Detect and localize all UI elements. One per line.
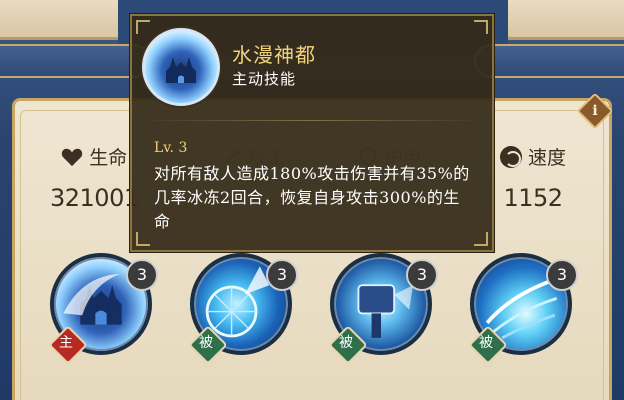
speed-icon bbox=[500, 145, 522, 168]
skill-level-badge: 3 bbox=[546, 259, 578, 291]
stat-speed-label: 速度 bbox=[528, 147, 567, 169]
skill-description: 对所有敌人造成180%攻击伤害并有35%的几率冰冻2回合，恢复自身攻击300%的… bbox=[154, 164, 470, 231]
skill-level-badge: 3 bbox=[406, 259, 438, 291]
stat-speed-value: 1152 bbox=[503, 184, 563, 212]
tooltip-corner-ornament bbox=[474, 20, 488, 34]
active-skill-badge: 主 bbox=[52, 329, 80, 357]
tooltip-corner-ornament bbox=[136, 232, 150, 246]
passive-skill-badge: 被 bbox=[332, 329, 360, 357]
skill-slot-1[interactable]: 3 主 bbox=[50, 253, 158, 357]
stat-hp: 生命 321001 bbox=[50, 143, 139, 212]
skill-level: Lv. 3 bbox=[154, 140, 188, 156]
skill-tooltip: 水漫神都 主动技能 Lv. 3 对所有敌人造成180%攻击伤害并有35%的几率冰… bbox=[130, 14, 494, 252]
skill-slot-2[interactable]: 3 被 bbox=[190, 253, 298, 357]
skill-level-badge: 3 bbox=[266, 259, 298, 291]
castle-silhouette-icon bbox=[166, 57, 196, 84]
stat-hp-label: 生命 bbox=[89, 147, 128, 169]
passive-skill-badge: 被 bbox=[192, 329, 220, 357]
tooltip-corner-ornament bbox=[136, 20, 150, 34]
info-icon: i bbox=[592, 103, 598, 119]
skill-level-badge: 3 bbox=[126, 259, 158, 291]
skill-slot-3[interactable]: 3 被 bbox=[330, 253, 438, 357]
passive-skill-badge: 被 bbox=[472, 329, 500, 357]
skill-slot-4[interactable]: 3 被 bbox=[470, 253, 578, 357]
stat-hp-value: 321001 bbox=[50, 184, 139, 212]
tooltip-divider bbox=[142, 120, 482, 121]
right-ribbon bbox=[474, 44, 624, 78]
skill-name: 水漫神都 bbox=[232, 43, 316, 67]
heart-icon bbox=[62, 148, 83, 166]
tooltip-corner-ornament bbox=[474, 232, 488, 246]
stat-speed: 速度 1152 bbox=[500, 143, 566, 212]
left-ribbon bbox=[0, 44, 150, 78]
water-castle-skill-icon bbox=[142, 28, 220, 106]
skill-type: 主动技能 bbox=[232, 70, 297, 88]
